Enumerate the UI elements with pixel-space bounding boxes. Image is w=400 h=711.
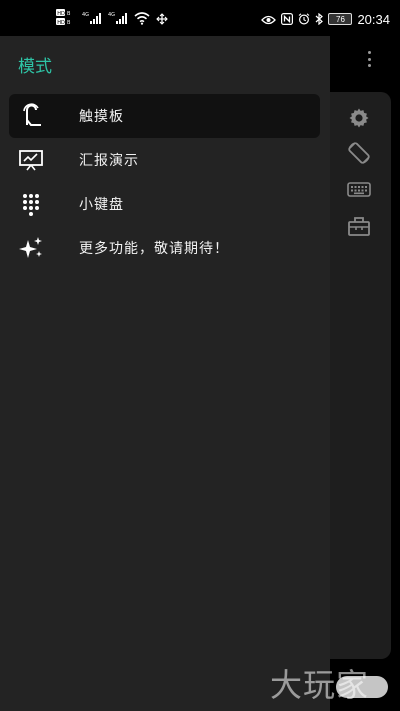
svg-text:HD: HD bbox=[57, 11, 65, 17]
drawer-item-presentation[interactable]: 汇报演示 bbox=[9, 138, 320, 182]
status-right: 76 20:34 bbox=[261, 10, 390, 28]
drawer-title: 模式 bbox=[18, 57, 52, 77]
drawer-mode-list: 触摸板 汇报演示 小键盘 更多功能，敬请期待！ bbox=[9, 94, 320, 270]
sparkle-icon bbox=[17, 235, 45, 261]
drawer-item-dialpad[interactable]: 小键盘 bbox=[9, 182, 320, 226]
svg-text:4G: 4G bbox=[82, 12, 89, 18]
signal-4g-icon: 4G bbox=[82, 10, 102, 29]
drawer-item-more[interactable]: 更多功能，敬请期待！ bbox=[9, 226, 320, 270]
status-left: HD HD B B 4G 4G bbox=[56, 9, 168, 29]
drawer-item-label: 触摸板 bbox=[79, 109, 124, 125]
nfc-icon bbox=[281, 10, 294, 29]
keyboard-icon[interactable] bbox=[344, 176, 374, 204]
tool-rail bbox=[328, 92, 391, 659]
data-sync-icon bbox=[156, 10, 168, 29]
drawer-item-label: 小键盘 bbox=[79, 197, 124, 213]
status-time: 20:34 bbox=[357, 11, 390, 27]
drawer-item-touchpad[interactable]: 触摸板 bbox=[9, 94, 320, 138]
alarm-icon bbox=[298, 10, 310, 29]
bluetooth-icon bbox=[315, 10, 324, 29]
svg-text:B: B bbox=[67, 20, 71, 25]
drawer-item-label: 更多功能，敬请期待！ bbox=[79, 241, 229, 257]
touch-gesture-icon bbox=[17, 103, 45, 129]
dialpad-icon bbox=[17, 191, 45, 217]
eye-icon bbox=[261, 10, 277, 29]
presentation-icon bbox=[17, 147, 45, 173]
svg-text:HD: HD bbox=[57, 20, 65, 25]
signal-4g-icon: 4G bbox=[108, 10, 128, 29]
toolbox-icon[interactable] bbox=[344, 212, 374, 240]
battery-icon: 76 bbox=[328, 13, 353, 25]
hd-dual-icon: HD HD B B bbox=[56, 9, 76, 29]
settings-gear-icon[interactable] bbox=[344, 104, 374, 132]
screen-rotate-icon[interactable] bbox=[344, 139, 374, 167]
more-vertical-icon[interactable] bbox=[362, 48, 376, 70]
svg-text:B: B bbox=[67, 11, 71, 17]
drawer-item-label: 汇报演示 bbox=[79, 153, 139, 169]
status-bar: HD HD B B 4G 4G 76 20:34 bbox=[0, 0, 400, 36]
watermark-text: 大玩家 bbox=[270, 666, 370, 704]
wifi-icon bbox=[134, 10, 150, 29]
svg-text:4G: 4G bbox=[108, 12, 115, 18]
navigation-drawer: 模式 触摸板 汇报演示 小键盘 更多功能，敬请期待！ bbox=[0, 36, 330, 711]
